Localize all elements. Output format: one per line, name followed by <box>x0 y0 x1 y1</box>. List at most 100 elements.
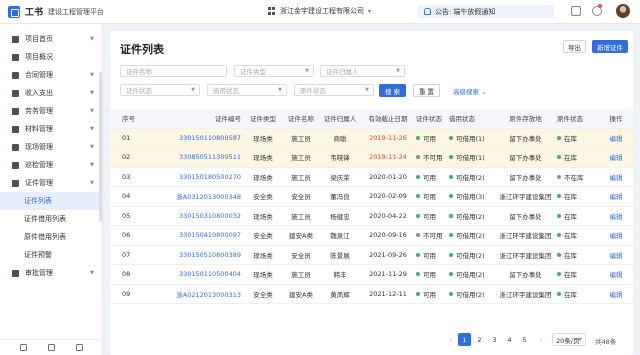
expiry-date: 2020-02-09 <box>369 192 407 201</box>
borrow-status-select[interactable]: 借用状态 ▼ <box>207 84 287 96</box>
page-button[interactable]: 5 <box>518 333 531 346</box>
column-header: 借用状态 <box>449 115 475 124</box>
table-row[interactable]: 04 浙A0312013000348 安全类 安全员 董冯良 2020-02-09 可用 可借… <box>110 187 633 207</box>
cert-code-link[interactable]: 330150410800097 <box>144 231 244 239</box>
cert-status: 不可用 <box>416 152 449 162</box>
cert-code-link[interactable]: 330850511300511 <box>144 153 244 161</box>
table-row[interactable]: 06 330150410800097 安全类 建安A类 魏泉江 2020-09-16 不可用… <box>110 226 633 246</box>
sidebar-item-3[interactable]: 收入支出 ▼ <box>0 84 102 102</box>
borrow-status: 可借用(1) <box>449 152 494 162</box>
row-number: 08 <box>122 270 131 279</box>
prev-page-button[interactable]: ‹ <box>444 333 457 346</box>
mobile-icon[interactable] <box>47 344 55 351</box>
edit-link[interactable]: 编辑 <box>601 230 631 240</box>
cert-type: 现场类 <box>253 154 273 163</box>
edit-link[interactable]: 编辑 <box>601 152 631 162</box>
sidebar-subitem-0[interactable]: 证件列表 <box>0 192 102 210</box>
sidebar-item-7[interactable]: 巡检管理 ▼ <box>0 156 102 174</box>
borrow-status: 可借用(3) <box>449 191 494 201</box>
edit-link[interactable]: 编辑 <box>601 191 631 201</box>
page-size-select[interactable]: 20条/页 ▼ <box>552 333 586 346</box>
table-row[interactable]: 05 330150310800032 现场类 施工员 杨健忠 2020-04-22 可用 可借… <box>110 207 633 226</box>
contract-icon <box>12 71 19 79</box>
sidebar-item-8[interactable]: 证件管理 ▼ <box>0 174 102 192</box>
sidebar-scrollbar[interactable] <box>99 72 102 222</box>
add-certificate-button[interactable]: 新增证件 <box>592 40 628 53</box>
chevron-down-icon: ▼ <box>578 336 582 343</box>
table-row[interactable]: 01 330150110800587 现场类 施工员 商聪 2019-11-26 可用 可借用… <box>110 128 633 148</box>
sidebar-item-5[interactable]: 材料管理 ▼ <box>0 120 102 138</box>
chevron-down-icon: ▼ <box>90 180 94 186</box>
cert-name-input[interactable]: 证件名称 <box>120 65 227 77</box>
sidebar-item-2[interactable]: 合同管理 ▼ <box>0 66 102 84</box>
original-status-text: 在库 <box>564 134 577 143</box>
settings-icon[interactable] <box>75 344 83 351</box>
material-icon <box>12 125 19 133</box>
row-number: 03 <box>122 172 131 181</box>
page-button[interactable]: 2 <box>473 333 486 346</box>
advanced-search-link[interactable]: 高级搜索 ⌄ <box>453 86 487 96</box>
company-switcher[interactable]: 浙江金宇建设工程有限公司 ▾ <box>268 6 371 16</box>
cert-code-link[interactable]: 330150110800587 <box>144 134 244 142</box>
cert-status-select[interactable]: 证件状态 ▼ <box>120 84 200 96</box>
sidebar-subitem-3[interactable]: 证件预警 <box>0 246 102 264</box>
app-logo[interactable]: 工书 建设工程管理平台 <box>8 5 104 18</box>
search-button[interactable]: 搜 索 <box>379 84 406 97</box>
sidebar-item-6[interactable]: 现场管理 ▼ <box>0 138 102 156</box>
cert-owner: 杨健忠 <box>330 212 350 221</box>
status-dot <box>557 135 561 140</box>
table-row[interactable]: 09 浙A0212013000313 安全类 建安A类 黄凤辉 2021-12-11 可用 可… <box>110 285 633 304</box>
cert-code-link[interactable]: 330150110500404 <box>144 270 244 278</box>
edit-link[interactable]: 编辑 <box>601 211 631 221</box>
message-icon[interactable] <box>571 6 581 16</box>
sidebar-subitem-1[interactable]: 证件借用列表 <box>0 210 102 228</box>
cert-status-text: 不可用 <box>423 154 443 163</box>
home-icon <box>12 35 19 43</box>
page-button[interactable]: 4 <box>503 333 516 346</box>
notice-bar[interactable]: 公告: 端午放假通知 <box>418 5 554 18</box>
cert-code-link[interactable]: 浙A0212013000313 <box>144 289 244 299</box>
original-location: 留下办事处 <box>509 173 542 182</box>
reset-button[interactable]: 重 置 <box>413 84 440 97</box>
next-page-button[interactable]: › <box>534 333 547 346</box>
sidebar-item-4[interactable]: 劳务管理 ▼ <box>0 102 102 120</box>
page-button[interactable]: 1 <box>458 333 471 346</box>
sidebar-item-1[interactable]: 项目概况 <box>0 48 102 66</box>
edit-link[interactable]: 编辑 <box>601 250 631 260</box>
cert-code-link[interactable]: 330150510800389 <box>144 251 244 259</box>
sidebar-item-label: 收入支出 <box>25 89 53 97</box>
cert-code-link[interactable]: 330150310800032 <box>144 212 244 220</box>
cert-code-link[interactable]: 浙A0312013000348 <box>144 191 244 201</box>
cert-status: 可用 <box>416 191 449 201</box>
cert-code-link[interactable]: 330150180500270 <box>144 173 244 181</box>
cert-type-select[interactable]: 证件类型 ▼ <box>234 65 314 77</box>
cert-name: 施工员 <box>291 134 311 143</box>
column-header: 证件名称 <box>288 115 314 124</box>
edit-link[interactable]: 编辑 <box>601 133 631 143</box>
table-row[interactable]: 03 330150180500270 现场类 施工员 梁庆荣 2020-01-20 可用 可借… <box>110 168 633 187</box>
sidebar-item-approval[interactable]: 审批管理 ▼ <box>0 264 102 282</box>
menu-icon[interactable] <box>20 344 28 351</box>
cert-owner-select[interactable]: 证件归属人 ▼ <box>320 65 405 77</box>
avatar[interactable] <box>616 4 630 18</box>
table-row[interactable]: 08 330150110500404 现场类 施工员 韩丰 2021-11-29 可用 可借用… <box>110 265 633 285</box>
original-status-select[interactable]: 原件状态 ▼ <box>294 84 374 96</box>
status-dot <box>557 252 561 257</box>
cert-status: 不可用 <box>416 230 449 240</box>
sidebar-item-0[interactable]: 项目首页 ▼ <box>0 30 102 48</box>
page-button[interactable]: 3 <box>488 333 501 346</box>
sidebar-item-label: 项目概况 <box>25 53 53 61</box>
table-row[interactable]: 02 330850511300511 现场类 施工员 韦晓锋 2019-11-24 不可用 可… <box>110 148 633 168</box>
sidebar-subitem-2[interactable]: 原件借用列表 <box>0 228 102 246</box>
cert-name: 施工员 <box>291 212 311 221</box>
column-header: 原件存放地 <box>509 115 542 124</box>
table-row[interactable]: 07 330150510800389 现场类 安全员 陈景展 2021-09-26 可用 可借… <box>110 246 633 265</box>
edit-link[interactable]: 编辑 <box>601 289 631 299</box>
row-number: 04 <box>122 192 131 201</box>
original-status-text: 不在库 <box>564 173 584 182</box>
edit-link[interactable]: 编辑 <box>601 172 631 182</box>
export-button[interactable]: 导出 <box>563 40 586 53</box>
edit-link[interactable]: 编辑 <box>601 269 631 279</box>
status-dot <box>449 174 453 179</box>
chevron-down-icon: ▼ <box>90 108 94 114</box>
